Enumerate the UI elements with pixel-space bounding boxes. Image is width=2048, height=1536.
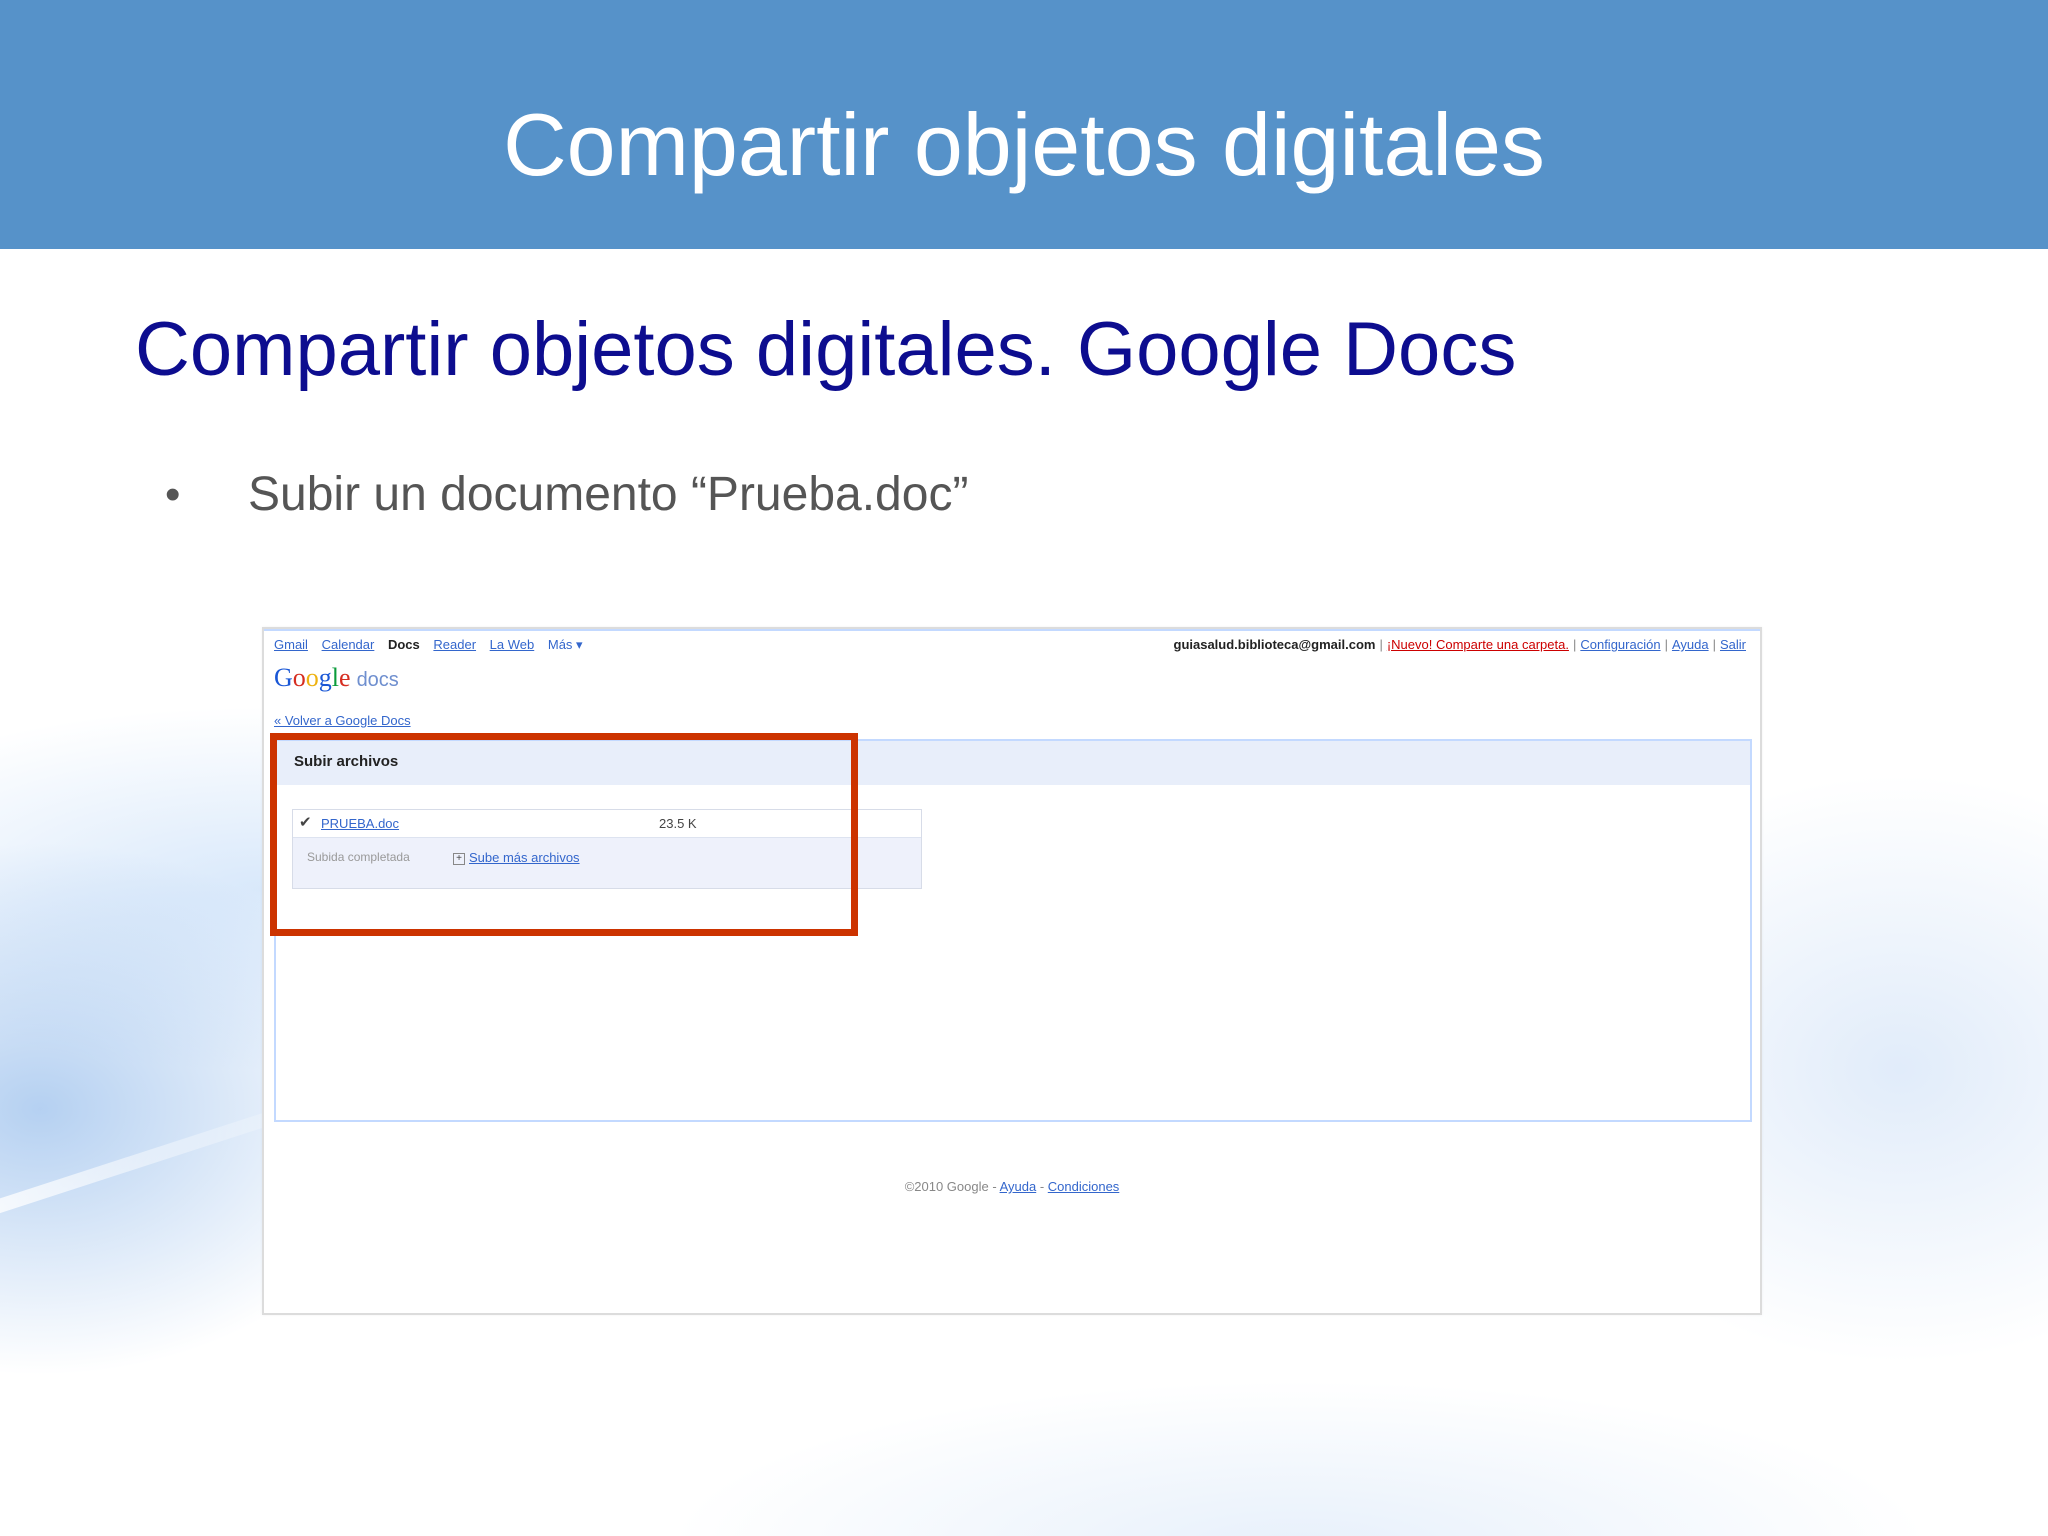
nav-reader[interactable]: Reader bbox=[433, 637, 476, 652]
nav-gmail[interactable]: Gmail bbox=[274, 637, 308, 652]
footer: ©2010 Google - Ayuda - Condiciones bbox=[904, 1179, 1120, 1194]
account-bar: guiasalud.biblioteca@gmail.com | ¡Nuevo! C… bbox=[1173, 637, 1747, 652]
new-share-folder-link[interactable]: ¡Nuevo! Comparte una carpeta. bbox=[1387, 637, 1569, 652]
footer-help-link[interactable]: Ayuda bbox=[1000, 1179, 1037, 1194]
nav-web[interactable]: La Web bbox=[490, 637, 535, 652]
logo-docs-text: docs bbox=[356, 669, 399, 691]
footer-terms-link[interactable]: Condiciones bbox=[1048, 1179, 1120, 1194]
header-bar: Compartir objetos digitales bbox=[0, 0, 2048, 249]
nav-calendar[interactable]: Calendar bbox=[322, 637, 375, 652]
help-link[interactable]: Ayuda bbox=[1672, 637, 1709, 652]
footer-copyright: ©2010 Google bbox=[904, 1179, 989, 1194]
account-email: guiasalud.biblioteca@gmail.com bbox=[1173, 637, 1376, 652]
signout-link[interactable]: Salir bbox=[1720, 637, 1746, 652]
nav-more[interactable]: Más ▾ bbox=[548, 637, 583, 652]
google-docs-screenshot: Gmail Calendar Docs Reader La Web Más ▾ … bbox=[262, 627, 1762, 1315]
top-border bbox=[264, 629, 1760, 631]
top-nav: Gmail Calendar Docs Reader La Web Más ▾ bbox=[274, 637, 593, 653]
nav-docs[interactable]: Docs bbox=[388, 637, 420, 652]
slide-title: Compartir objetos digitales. Google Docs bbox=[135, 307, 1517, 392]
google-docs-logo[interactable]: Google docs bbox=[274, 663, 399, 693]
highlight-box bbox=[270, 733, 858, 936]
bullet-dot: • bbox=[165, 470, 181, 519]
header-title: Compartir objetos digitales bbox=[503, 95, 1545, 194]
bullet-text: Subir un documento “Prueba.doc” bbox=[248, 468, 969, 521]
back-to-docs-link[interactable]: « Volver a Google Docs bbox=[274, 713, 411, 728]
settings-link[interactable]: Configuración bbox=[1580, 637, 1660, 652]
